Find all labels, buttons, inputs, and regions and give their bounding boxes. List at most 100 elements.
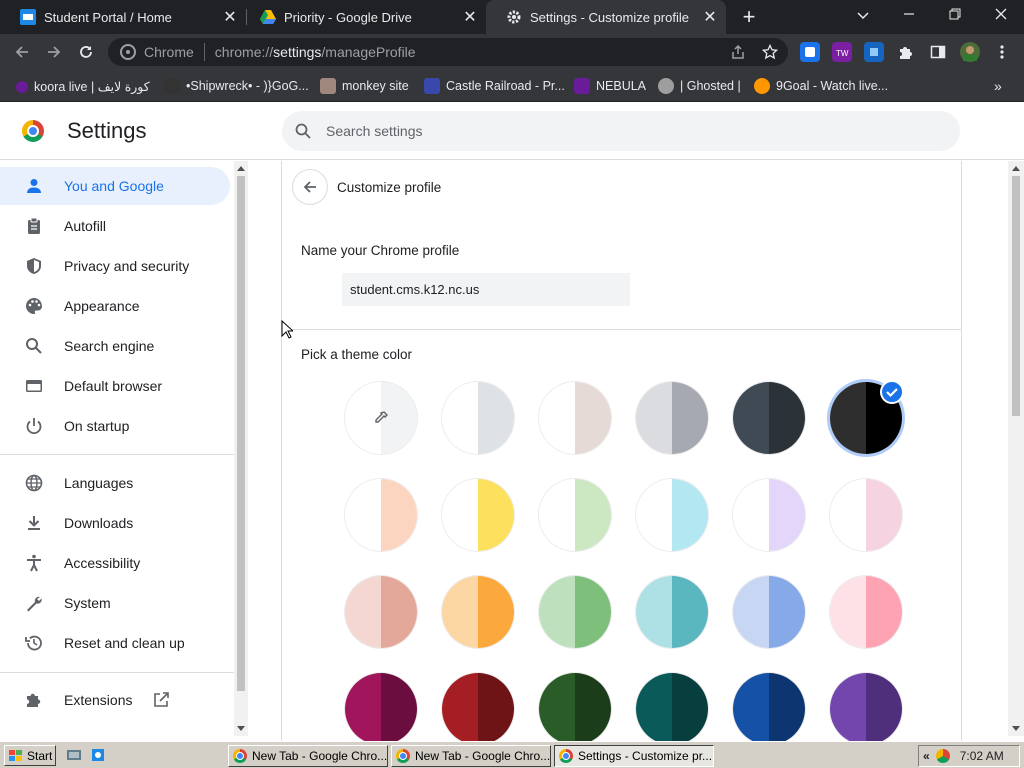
scrollbar-thumb[interactable] — [237, 176, 245, 691]
search-settings-box[interactable] — [282, 111, 960, 151]
show-desktop-icon[interactable] — [66, 747, 82, 763]
bookmark-item[interactable]: monkey site — [320, 76, 409, 96]
sidebar-item-autofill[interactable]: Autofill — [0, 207, 230, 245]
sidebar-item-you-and-google[interactable]: You and Google — [0, 167, 230, 205]
main-scrollbar[interactable] — [1008, 161, 1024, 736]
scrollbar-thumb[interactable] — [1012, 176, 1020, 416]
sidebar-item-on-startup[interactable]: On startup — [0, 407, 230, 445]
search-input[interactable] — [326, 123, 926, 139]
reload-button[interactable] — [74, 40, 98, 64]
bookmark-item[interactable]: NEBULA — [574, 76, 646, 96]
sidebar-item-extensions[interactable]: Extensions — [0, 681, 230, 719]
tab-student-portal[interactable]: Student Portal / Home ✕ — [0, 0, 246, 34]
extension-icon-1[interactable] — [800, 42, 820, 62]
sidebar-item-system[interactable]: System — [0, 584, 230, 622]
bookmark-item[interactable]: | Ghosted | — [658, 76, 741, 96]
tab-google-drive[interactable]: Priority - Google Drive ✕ — [238, 0, 486, 34]
scroll-up-icon[interactable] — [1012, 166, 1020, 171]
bookmark-item[interactable]: Castle Railroad - Pr... — [424, 76, 565, 96]
bookmarks-overflow-button[interactable]: » — [994, 76, 1002, 96]
theme-color-swatch[interactable] — [442, 576, 514, 648]
sidebar-item-label: Appearance — [64, 298, 140, 314]
swatch-right-half — [478, 576, 514, 648]
theme-color-swatch[interactable] — [830, 673, 902, 741]
profile-avatar[interactable] — [958, 40, 982, 64]
bookmark-star-button[interactable] — [758, 40, 782, 64]
new-tab-button[interactable]: + — [736, 3, 762, 31]
profile-name-input[interactable] — [342, 273, 630, 306]
close-icon[interactable]: ✕ — [460, 7, 480, 27]
scroll-down-icon[interactable] — [1012, 726, 1020, 731]
extension-icon-3[interactable] — [864, 42, 884, 62]
back-arrow-button[interactable] — [292, 169, 328, 205]
sidebar-item-languages[interactable]: Languages — [0, 464, 230, 502]
bookmark-item[interactable]: 9Goal - Watch live... — [754, 76, 888, 96]
back-button[interactable] — [10, 40, 34, 64]
sidebar-item-label: Languages — [64, 475, 134, 491]
theme-color-swatch[interactable] — [830, 576, 902, 648]
tray-expand-icon[interactable]: « — [923, 749, 930, 763]
scroll-up-icon[interactable] — [237, 166, 245, 171]
theme-color-swatch[interactable] — [442, 479, 514, 551]
theme-color-swatch[interactable] — [733, 673, 805, 741]
clock[interactable]: 7:02 AM — [960, 749, 1004, 763]
start-button[interactable]: Start — [4, 745, 57, 766]
theme-color-swatch[interactable] — [442, 382, 514, 454]
sidebar-item-search-engine[interactable]: Search engine — [0, 327, 230, 365]
quick-launch-icon[interactable] — [90, 747, 106, 763]
sidebar-item-downloads[interactable]: Downloads — [0, 504, 230, 542]
extensions-button[interactable] — [894, 40, 918, 64]
taskbar-item-active[interactable]: Settings - Customize pr... — [554, 745, 714, 767]
taskbar-item[interactable]: New Tab - Google Chro... — [228, 745, 388, 767]
bookmark-label: 9Goal - Watch live... — [776, 79, 889, 93]
theme-color-swatch[interactable] — [539, 673, 611, 741]
bookmark-label: | Ghosted | — [680, 79, 741, 93]
chrome-tray-icon[interactable] — [935, 749, 950, 763]
side-panel-button[interactable] — [926, 40, 950, 64]
share-button[interactable] — [726, 40, 750, 64]
sidebar-item-default-browser[interactable]: Default browser — [0, 367, 230, 405]
forward-button[interactable] — [42, 40, 66, 64]
scroll-down-icon[interactable] — [237, 726, 245, 731]
theme-color-swatch[interactable] — [442, 673, 514, 741]
sidebar-item-privacy[interactable]: Privacy and security — [0, 247, 230, 285]
bookmark-label: monkey site — [342, 79, 409, 93]
theme-color-swatch[interactable] — [830, 479, 902, 551]
custom-color-picker[interactable] — [345, 382, 417, 454]
theme-color-swatch[interactable] — [345, 576, 417, 648]
theme-color-swatch[interactable] — [539, 479, 611, 551]
close-icon[interactable]: ✕ — [700, 7, 720, 27]
menu-button[interactable] — [990, 40, 1014, 64]
section-divider — [282, 329, 961, 330]
swatch-right-half — [672, 479, 708, 551]
address-bar[interactable]: Chrome chrome://settings/manageProfile — [108, 38, 788, 66]
tab-search-button[interactable] — [840, 0, 886, 34]
tab-settings[interactable]: Settings - Customize profile ✕ — [486, 0, 726, 34]
taskbar-item[interactable]: New Tab - Google Chro... — [391, 745, 551, 767]
theme-color-swatch[interactable] — [733, 382, 805, 454]
theme-color-swatch[interactable] — [733, 479, 805, 551]
theme-color-swatch[interactable] — [636, 576, 708, 648]
bookmark-item[interactable]: •Shipwreck• - )}GoG... — [164, 76, 309, 96]
sidebar-item-appearance[interactable]: Appearance — [0, 287, 230, 325]
restore-button[interactable] — [932, 0, 978, 34]
site-info-icon[interactable] — [120, 44, 136, 60]
close-icon[interactable]: ✕ — [220, 7, 240, 27]
theme-color-swatch[interactable] — [345, 479, 417, 551]
sidebar-scrollbar[interactable] — [234, 161, 248, 736]
minimize-button[interactable] — [886, 0, 932, 34]
sidebar-item-reset[interactable]: Reset and clean up — [0, 624, 230, 662]
bookmark-item[interactable]: koora live | كورة لايف — [16, 76, 150, 96]
theme-color-swatch[interactable] — [636, 673, 708, 741]
history-icon — [24, 633, 44, 653]
theme-color-swatch[interactable] — [539, 382, 611, 454]
theme-color-swatch[interactable] — [636, 479, 708, 551]
theme-color-swatch[interactable] — [636, 382, 708, 454]
extension-icon-2[interactable]: TW — [832, 42, 852, 62]
sidebar-item-accessibility[interactable]: Accessibility — [0, 544, 230, 582]
theme-color-swatch[interactable] — [733, 576, 805, 648]
close-window-button[interactable] — [978, 0, 1024, 34]
star-icon — [762, 44, 778, 60]
theme-color-swatch[interactable] — [539, 576, 611, 648]
theme-color-swatch[interactable] — [345, 673, 417, 741]
